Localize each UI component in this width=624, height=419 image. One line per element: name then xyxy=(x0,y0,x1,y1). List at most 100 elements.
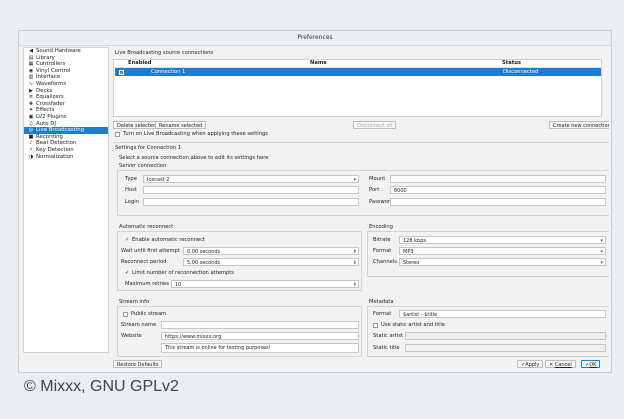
bitrate-label: Bitrate xyxy=(373,237,391,243)
speaker-icon: ◀ xyxy=(29,48,33,54)
host-input[interactable] xyxy=(143,186,359,194)
autodj-icon: ♫ xyxy=(28,120,34,127)
connections-table[interactable]: Enabled Name Status ✓ Connection 1 Disco… xyxy=(113,59,602,117)
encoding-title: Encoding xyxy=(369,224,393,230)
wait-spinbox[interactable]: 0.00 seconds xyxy=(183,247,359,255)
format-select[interactable]: MP3 xyxy=(399,247,606,255)
preferences-window: Preferences ◀ Sound Hardware ▤ Library ▦ Cont… xyxy=(18,30,612,373)
website-input[interactable]: https://www.mixxx.org xyxy=(161,332,359,340)
sidebar-item-beat-detection[interactable]: ♪ Beat Detection xyxy=(24,140,108,147)
check-icon: ✓ xyxy=(125,237,130,243)
sidebar-item-label: LV2 Plugins xyxy=(36,113,67,120)
limit-attempts-checkbox[interactable]: Limit number of reconnection attempts xyxy=(132,270,234,276)
sidebar-item-normalization[interactable]: ◑ Normalization xyxy=(24,154,108,161)
metadata-title: Metadata xyxy=(369,299,394,305)
disconnect-all-button[interactable]: Disconnect all xyxy=(353,121,397,129)
connections-title: Live Broadcasting source connections xyxy=(115,50,214,56)
stream-name-input[interactable] xyxy=(161,321,359,329)
static-artist-input[interactable] xyxy=(405,332,606,340)
delete-selected-button[interactable]: Delete selected xyxy=(113,121,161,129)
sidebar-item-recording[interactable]: ■ Recording xyxy=(24,134,108,141)
table-row[interactable]: ✓ Connection 1 Disconnected xyxy=(115,68,601,76)
name-column-header[interactable]: Name xyxy=(310,60,327,67)
vinyl-icon: ◉ xyxy=(28,67,34,74)
stream-info-title: Stream info xyxy=(119,299,150,305)
static-title-input[interactable] xyxy=(405,344,606,352)
password-input[interactable] xyxy=(390,198,606,206)
description-input[interactable]: This stream is online for testing purpos… xyxy=(161,343,359,353)
key-icon: ♯ xyxy=(29,146,33,153)
sidebar-item-label: Library xyxy=(36,54,55,61)
sidebar-item-label: Normalization xyxy=(36,153,74,160)
public-stream-checkbox[interactable] xyxy=(123,312,128,317)
sidebar-item-interface[interactable]: ▥ Interface xyxy=(24,74,108,81)
sidebar-item-label: Equalizers xyxy=(36,94,64,101)
settings-title: Settings for Connection 1 xyxy=(115,145,182,151)
sidebar-item-equalizers[interactable]: ≡ Equalizers xyxy=(24,94,108,101)
type-select[interactable]: Icecast 2 xyxy=(143,175,359,183)
mount-label: Mount xyxy=(369,176,386,182)
enable-reconnect-checkbox[interactable]: Enable automatic reconnect xyxy=(132,237,205,243)
connection-status-cell: Disconnected xyxy=(503,69,539,75)
cancel-button[interactable]: ✕ Cancel xyxy=(545,360,576,368)
period-spinbox[interactable]: 5.00 seconds xyxy=(183,258,359,266)
sidebar-item-lv2-plugins[interactable]: ▣ LV2 Plugins xyxy=(24,114,108,121)
static-title-label: Use static artist and title xyxy=(381,322,445,328)
sidebar-item-label: Waveforms xyxy=(36,80,67,87)
sidebar-item-key-detection[interactable]: ♯ Key Detection xyxy=(24,147,108,154)
sidebar-item-library[interactable]: ▤ Library xyxy=(24,55,108,62)
beat-icon: ♪ xyxy=(29,140,33,147)
sidebar-item-crossfader[interactable]: ✚ Crossfader xyxy=(24,101,108,108)
create-connection-button[interactable]: Create new connection xyxy=(549,121,609,129)
enabled-column-header[interactable]: Enabled xyxy=(128,60,151,67)
status-column-header[interactable]: Status xyxy=(502,60,521,67)
port-input[interactable]: 8000 xyxy=(390,186,606,194)
period-label: Reconnect period xyxy=(121,259,167,265)
sidebar-item-live-broadcasting[interactable]: ◎ Live Broadcasting xyxy=(24,127,108,134)
crossfader-icon: ✚ xyxy=(28,100,34,107)
ok-button[interactable]: ✓OK xyxy=(581,360,601,368)
turn-on-checkbox[interactable] xyxy=(115,132,120,137)
turn-on-label: Turn on Live Broadcasting when applying … xyxy=(123,131,269,137)
sidebar-item-sound-hardware[interactable]: ◀ Sound Hardware xyxy=(24,48,108,55)
port-label: Port xyxy=(369,187,380,193)
check-icon: ✓ xyxy=(125,270,130,276)
sidebar-item-label: Sound Hardware xyxy=(36,48,81,54)
server-connection-title: Server connection xyxy=(119,163,167,169)
sidebar-item-controllers[interactable]: ▦ Controllers xyxy=(24,61,108,68)
rename-selected-button[interactable]: Rename selected xyxy=(155,121,207,129)
channels-select[interactable]: Stereo xyxy=(399,258,606,266)
max-retries-spinbox[interactable]: 10 xyxy=(171,280,359,288)
sidebar-item-label: Recording xyxy=(36,133,63,140)
sidebar-item-vinyl-control[interactable]: ◉ Vinyl Control xyxy=(24,68,108,75)
normalization-icon: ◑ xyxy=(28,153,34,160)
controller-icon: ▦ xyxy=(28,61,34,68)
mount-input[interactable] xyxy=(390,175,606,183)
sidebar-item-effects[interactable]: ✦ Effects xyxy=(24,107,108,114)
sidebar-item-waveforms[interactable]: ∿ Waveforms xyxy=(24,81,108,88)
website-label: Website xyxy=(121,333,142,339)
sidebar-item-decks[interactable]: ▶ Decks xyxy=(24,88,108,95)
restore-defaults-button[interactable]: Restore Defaults xyxy=(113,360,163,368)
type-label: Type xyxy=(125,176,137,182)
sidebar-item-label: Live Broadcasting xyxy=(36,127,85,134)
sidebar-item-label: Crossfader xyxy=(36,100,65,107)
bitrate-select[interactable]: 128 kbps xyxy=(399,236,606,244)
sidebar-item-label: Effects xyxy=(36,107,55,114)
sidebar-item-label: Key Detection xyxy=(36,146,74,153)
connection-enabled-checkbox[interactable]: ✓ xyxy=(119,69,124,75)
deck-icon: ▶ xyxy=(29,87,33,94)
interface-icon: ▥ xyxy=(28,74,34,81)
broadcast-icon: ◎ xyxy=(28,127,34,134)
library-icon: ▤ xyxy=(28,54,34,61)
channels-label: Channels xyxy=(373,259,397,265)
public-stream-label: Public stream xyxy=(131,311,167,317)
format-label: Format xyxy=(373,248,392,254)
login-input[interactable] xyxy=(143,198,359,206)
apply-button[interactable]: ✓Apply xyxy=(517,360,544,368)
connection-name-cell: Connection 1 xyxy=(151,69,186,75)
metadata-format-input[interactable]: $artist - $title xyxy=(399,310,606,318)
sidebar-item-auto-dj[interactable]: ♫ Auto DJ xyxy=(24,121,108,128)
static-title-checkbox[interactable] xyxy=(373,323,378,328)
host-label: Host xyxy=(125,187,137,193)
